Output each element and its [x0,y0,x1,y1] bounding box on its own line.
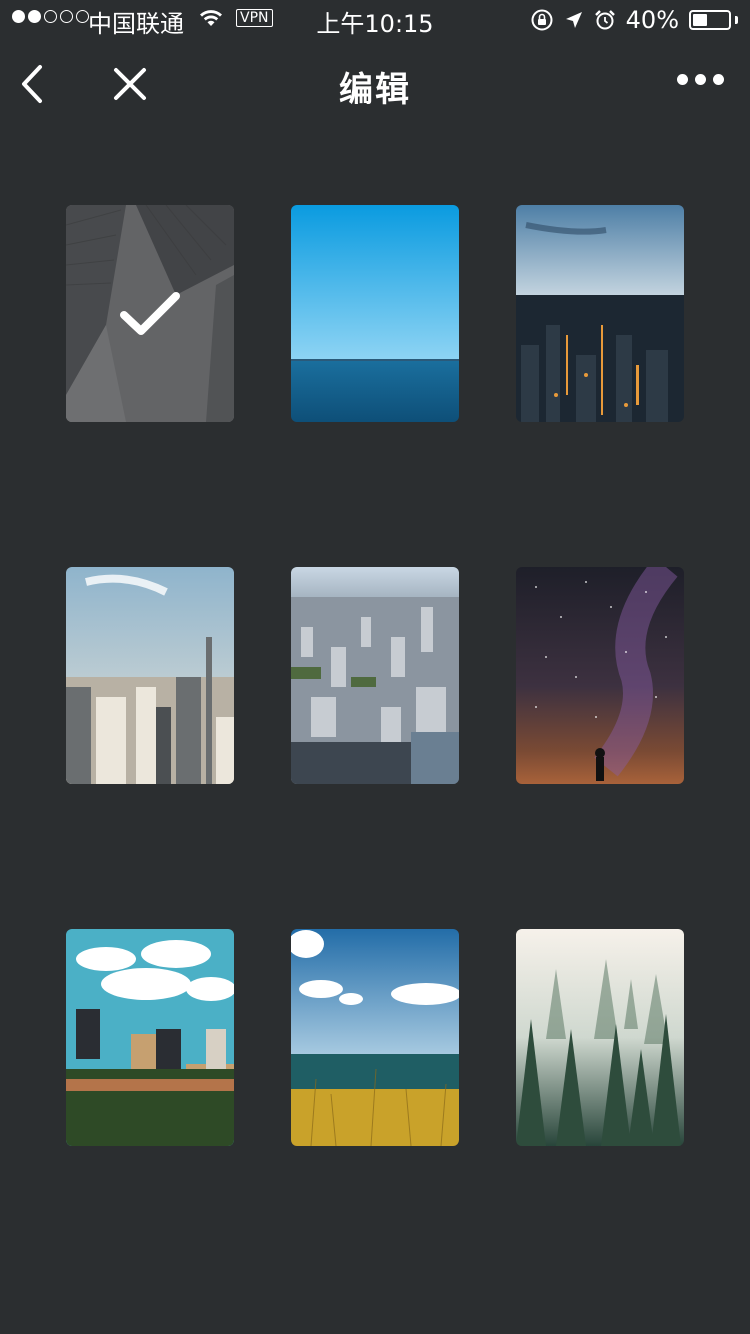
photo-tile[interactable] [291,567,459,784]
page-title: 编辑 [339,70,411,110]
status-bar: 中国联通 VPN 上午10:15 40% [0,0,750,40]
location-arrow-icon [565,12,582,28]
photo-tile[interactable] [516,567,684,784]
more-horizontal-icon [677,74,688,85]
photo-tile[interactable] [66,567,234,784]
photo-tile[interactable] [516,205,684,422]
photo-tile[interactable] [516,929,684,1146]
checkmark-icon [120,291,180,335]
alarm-clock-icon [594,10,615,30]
selected-overlay [66,205,234,422]
orientation-lock-icon [531,9,553,31]
battery-icon [689,10,738,30]
photo-tile[interactable] [66,205,234,422]
battery-percent: 40% [625,6,679,34]
photo-tile[interactable] [291,929,459,1146]
photo-tile[interactable] [291,205,459,422]
photo-tile[interactable] [66,929,234,1146]
more-options-button[interactable] [677,74,724,85]
navigation-bar: 编辑 [0,40,750,128]
